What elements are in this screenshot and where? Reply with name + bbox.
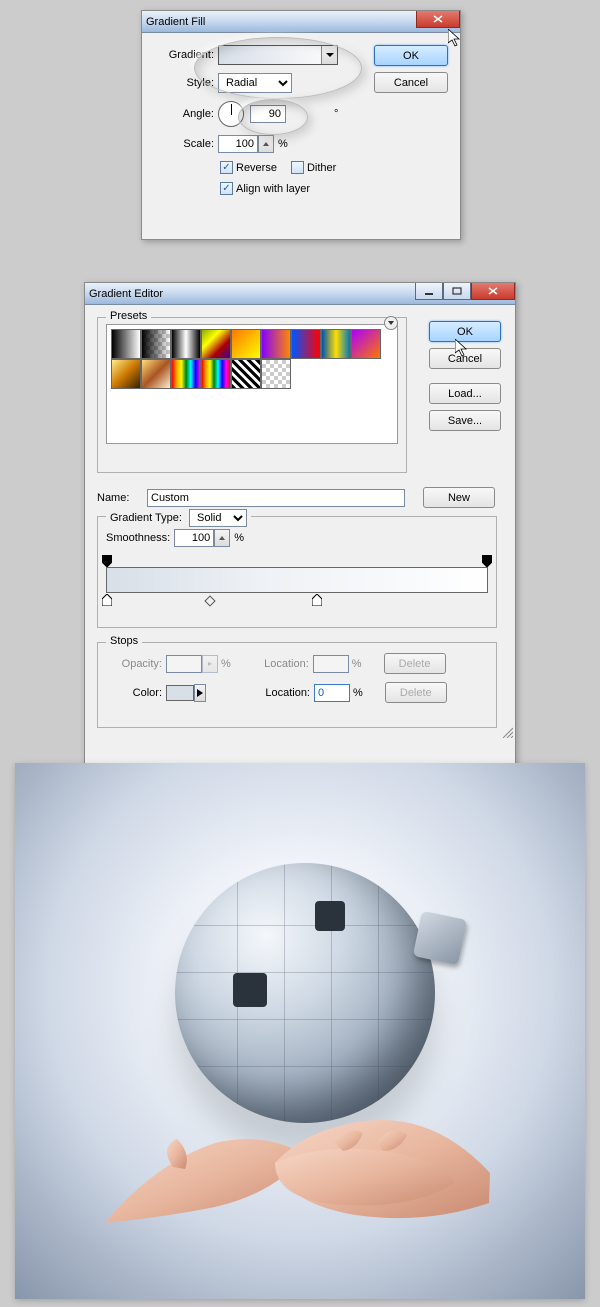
preset-swatch[interactable] xyxy=(261,329,291,359)
close-button[interactable] xyxy=(471,283,515,300)
gradient-fill-dialog: Gradient Fill OK Cancel Gradient: Style: xyxy=(141,10,461,240)
window-title: Gradient Fill xyxy=(146,16,205,28)
cursor-icon xyxy=(448,29,464,49)
puzzle-hole xyxy=(315,901,345,931)
angle-input[interactable] xyxy=(250,105,286,123)
preset-swatch[interactable] xyxy=(201,359,231,389)
reverse-label: Reverse xyxy=(236,162,277,174)
maximize-button[interactable] xyxy=(443,283,471,300)
style-select[interactable]: Radial xyxy=(218,73,292,93)
load-button[interactable]: Load... xyxy=(429,383,501,404)
delete-color-button: Delete xyxy=(385,682,447,703)
preset-swatch[interactable] xyxy=(171,359,201,389)
preset-swatch[interactable] xyxy=(261,359,291,389)
opacity-stepper: ▸ xyxy=(202,655,218,673)
color-label: Color: xyxy=(106,687,162,699)
location-unit: % xyxy=(352,658,362,670)
reverse-checkbox[interactable]: ✓ xyxy=(220,161,233,174)
preset-swatch[interactable] xyxy=(231,359,261,389)
gradient-type-legend: Gradient Type: Solid xyxy=(106,509,251,527)
preset-swatch[interactable] xyxy=(111,359,141,389)
color-well[interactable] xyxy=(166,685,194,701)
angle-unit: ° xyxy=(334,108,338,120)
preset-swatch[interactable] xyxy=(201,329,231,359)
result-preview xyxy=(15,763,585,1299)
angle-label: Angle: xyxy=(152,108,214,120)
smoothness-unit: % xyxy=(234,532,244,544)
preset-swatch[interactable] xyxy=(141,329,171,359)
smoothness-label: Smoothness: xyxy=(106,532,170,544)
style-label: Style: xyxy=(152,77,214,89)
color-location-input[interactable] xyxy=(314,684,350,702)
opacity-stop[interactable] xyxy=(102,555,112,565)
presets-list[interactable] xyxy=(106,324,398,444)
preset-swatch[interactable] xyxy=(141,359,171,389)
gradient-dropdown-arrow[interactable] xyxy=(321,46,337,64)
opacity-input xyxy=(166,655,202,673)
color-menu-arrow[interactable] xyxy=(194,684,206,702)
dither-checkbox[interactable] xyxy=(291,161,304,174)
minimize-button[interactable] xyxy=(415,283,443,300)
color-location-label: Location: xyxy=(250,687,310,699)
preset-swatch[interactable] xyxy=(111,329,141,359)
scale-unit: % xyxy=(278,138,288,150)
presets-menu-icon[interactable] xyxy=(384,316,398,330)
titlebar[interactable]: Gradient Fill xyxy=(142,11,460,33)
preset-swatch[interactable] xyxy=(231,329,261,359)
color-stop[interactable] xyxy=(102,594,112,604)
hands xyxy=(95,1043,495,1263)
preset-swatch[interactable] xyxy=(291,329,321,359)
preset-swatch[interactable] xyxy=(351,329,381,359)
cursor-icon xyxy=(455,339,471,359)
gradient-bar[interactable] xyxy=(106,555,488,605)
titlebar[interactable]: Gradient Editor xyxy=(85,283,515,305)
close-button[interactable] xyxy=(416,11,460,28)
preset-swatch[interactable] xyxy=(321,329,351,359)
gradient-label: Gradient: xyxy=(152,49,214,61)
dither-label: Dither xyxy=(307,162,336,174)
opacity-stop[interactable] xyxy=(482,555,492,565)
scale-stepper[interactable] xyxy=(258,135,274,153)
cancel-button[interactable]: Cancel xyxy=(374,72,448,93)
resize-grip-icon[interactable] xyxy=(501,726,513,738)
window-title: Gradient Editor xyxy=(89,288,163,300)
angle-dial[interactable] xyxy=(218,101,244,127)
name-input[interactable] xyxy=(147,489,405,507)
stops-legend: Stops xyxy=(106,635,142,647)
color-stop[interactable] xyxy=(312,594,322,604)
gradient-type-select[interactable]: Solid xyxy=(189,509,247,527)
preset-swatch[interactable] xyxy=(171,329,201,359)
delete-opacity-button: Delete xyxy=(384,653,446,674)
align-checkbox[interactable]: ✓ xyxy=(220,182,233,195)
new-button[interactable]: New xyxy=(423,487,495,508)
puzzle-piece xyxy=(413,911,468,966)
gradient-editor-dialog: Gradient Editor OK Cancel Load... Save..… xyxy=(84,282,516,794)
puzzle-hole xyxy=(233,973,267,1007)
align-label: Align with layer xyxy=(236,183,310,195)
smoothness-input[interactable] xyxy=(174,529,214,547)
scale-label: Scale: xyxy=(152,138,214,150)
location-label: Location: xyxy=(249,658,309,670)
smoothness-stepper[interactable] xyxy=(214,529,230,547)
presets-legend: Presets xyxy=(106,310,151,322)
save-button[interactable]: Save... xyxy=(429,410,501,431)
opacity-unit: % xyxy=(221,658,231,670)
name-label: Name: xyxy=(97,492,141,504)
opacity-location-input xyxy=(313,655,349,673)
gradient-picker[interactable] xyxy=(218,45,338,65)
scale-input[interactable] xyxy=(218,135,258,153)
color-location-unit: % xyxy=(353,687,363,699)
ok-button[interactable]: OK xyxy=(374,45,448,66)
midpoint-diamond[interactable] xyxy=(204,595,215,606)
opacity-label: Opacity: xyxy=(106,658,162,670)
